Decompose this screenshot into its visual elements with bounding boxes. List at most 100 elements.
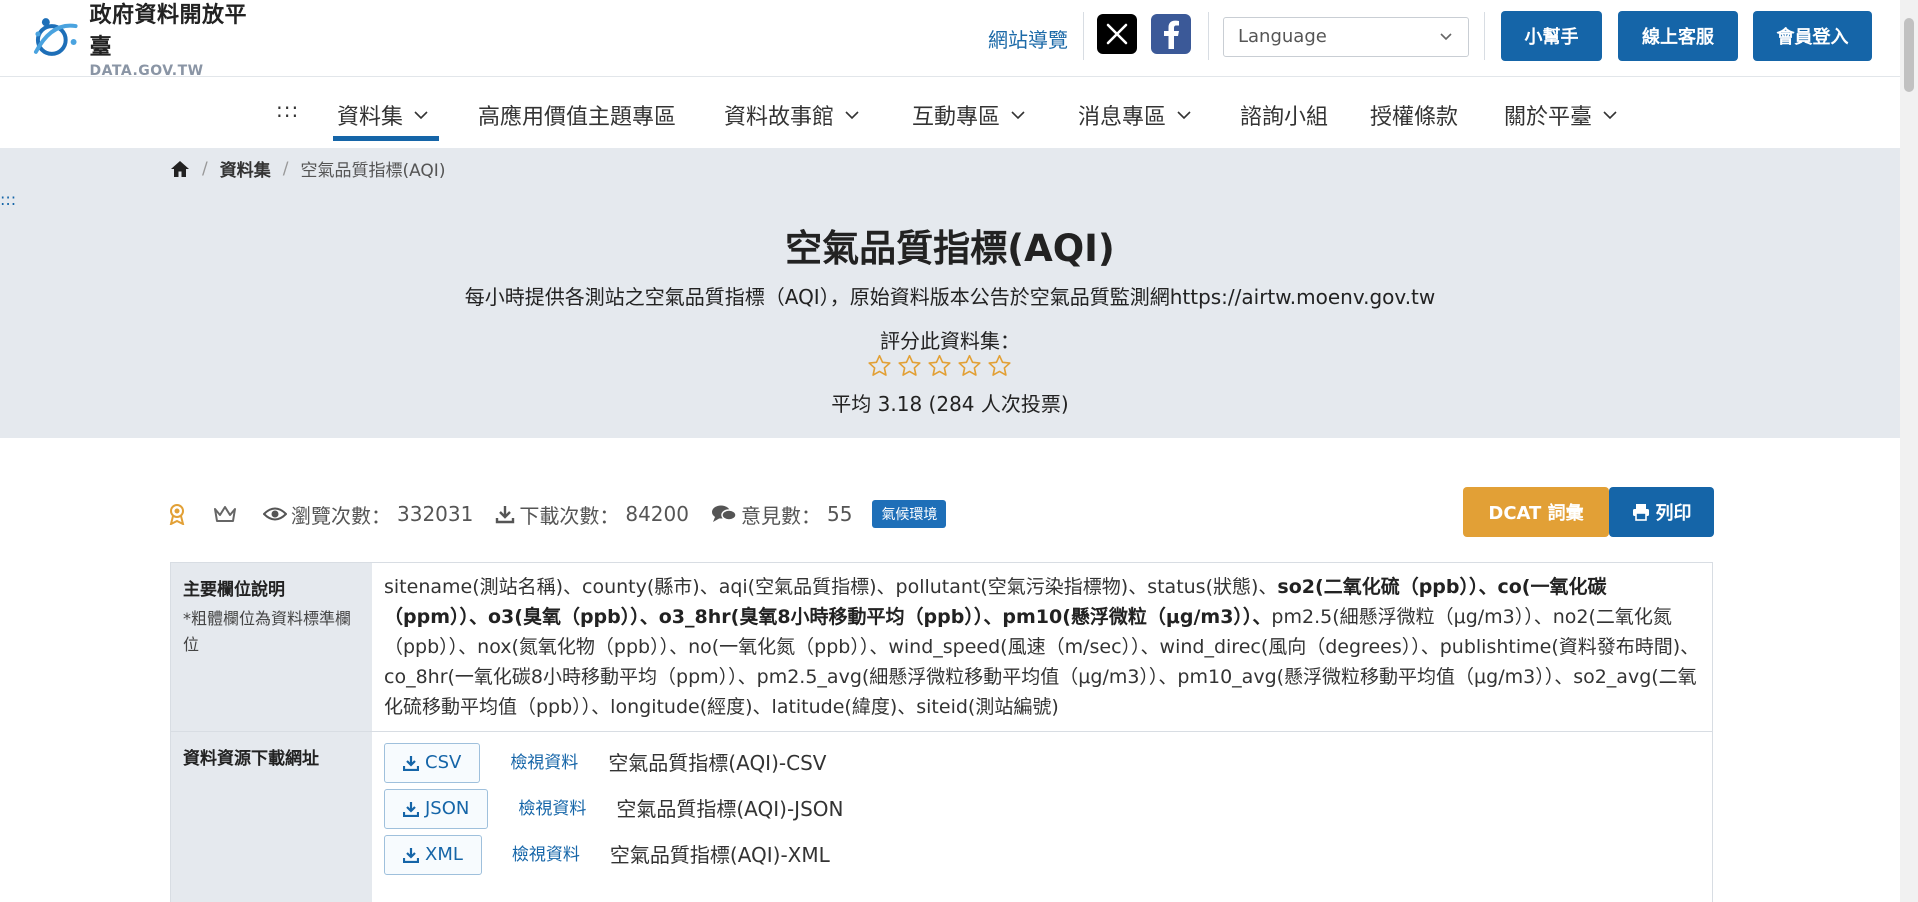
- star-icon[interactable]: [896, 353, 923, 379]
- view-data-link[interactable]: 檢視資料: [510, 748, 578, 778]
- breadcrumb-current: 空氣品質指標(AQI): [300, 161, 446, 181]
- download-icon: [403, 756, 419, 771]
- nav-item-license[interactable]: 授權條款: [1370, 99, 1458, 131]
- star-icon[interactable]: [866, 353, 893, 379]
- site-guide-link[interactable]: 網站導覽: [988, 24, 1068, 53]
- star-icon[interactable]: [926, 353, 953, 379]
- nav-item-advisory[interactable]: 諮詢小組: [1240, 99, 1328, 131]
- award-icon: [167, 503, 187, 525]
- helper-button[interactable]: 小幫手: [1501, 11, 1602, 61]
- divider: [1208, 12, 1209, 60]
- online-service-button[interactable]: 線上客服: [1618, 11, 1738, 61]
- table-row-resources: 資料資源下載網址 CSV 檢視資料 空氣品質指標(AQI)-CSV JSON 檢…: [171, 732, 1712, 902]
- rating-stars: [866, 353, 1013, 379]
- breadcrumb-datasets[interactable]: 資料集: [220, 156, 271, 181]
- logo-title: 政府資料開放平臺: [89, 3, 248, 60]
- breadcrumb-separator: /: [202, 158, 208, 179]
- nav-item-news[interactable]: 消息專區: [1078, 99, 1192, 131]
- resource-item: JSON 檢視資料 空氣品質指標(AQI)-JSON: [384, 786, 1700, 832]
- nav-item-label: 關於平臺: [1504, 105, 1593, 130]
- nav-item-label: 授權條款: [1370, 105, 1459, 130]
- format-label: XML: [425, 844, 463, 865]
- view-data-link[interactable]: 檢視資料: [512, 840, 580, 870]
- comments-count: 55: [826, 502, 853, 526]
- chevron-down-icon: [845, 111, 859, 120]
- page-title: 空氣品質指標(AQI): [785, 227, 1115, 270]
- rating-average: 平均 3.18 (284 人次投票): [831, 392, 1069, 416]
- fields-note: *粗體欄位為資料標準欄位: [183, 609, 352, 654]
- site-header: 政府資料開放平臺 DATA.GOV.TW 網站導覽 Language 小幫手 線…: [0, 0, 1900, 79]
- downloads-label: 下載次數：: [519, 503, 620, 528]
- nav-item-stories[interactable]: 資料故事館: [724, 99, 860, 131]
- chevron-down-icon: [1177, 111, 1191, 120]
- chevron-down-icon: [1011, 111, 1025, 120]
- comments-icon: [711, 504, 737, 524]
- view-data-link[interactable]: 檢視資料: [518, 794, 586, 824]
- resource-item: CSV 檢視資料 空氣品質指標(AQI)-CSV: [384, 740, 1700, 786]
- nav-item-label: 消息專區: [1078, 105, 1167, 130]
- nav-item-high-value[interactable]: 高應用價值主題專區: [478, 99, 676, 131]
- x-icon[interactable]: [1097, 14, 1137, 54]
- format-label: CSV: [425, 752, 462, 773]
- download-xml-button[interactable]: XML: [384, 835, 482, 875]
- content-accesskey-dots[interactable]: :::: [0, 190, 16, 209]
- downloads-count: 84200: [625, 502, 689, 526]
- nav-item-about[interactable]: 關於平臺: [1504, 99, 1618, 131]
- nav-item-label: 高應用價值主題專區: [478, 105, 677, 130]
- resources-header: 資料資源下載網址: [183, 749, 319, 769]
- resource-name: 空氣品質指標(AQI)-JSON: [616, 797, 844, 821]
- dataset-info-table: 主要欄位說明 *粗體欄位為資料標準欄位 sitename(測站名稱)、count…: [170, 562, 1713, 902]
- nav-active-indicator: [333, 136, 439, 141]
- rating-label: 評分此資料集：: [880, 329, 1020, 353]
- divider: [1484, 12, 1485, 60]
- main-nav: 資料集 高應用價值主題專區 資料故事館 互動專區 消息專區 諮詢小組 授權條款 …: [0, 77, 1900, 147]
- comments-label: 意見數：: [740, 503, 821, 528]
- breadcrumb: / 資料集 / 空氣品質指標(AQI): [170, 156, 445, 181]
- chevron-down-icon: [414, 111, 428, 120]
- crown-icon: [213, 504, 237, 524]
- print-icon: [1632, 504, 1649, 521]
- resources-list: CSV 檢視資料 空氣品質指標(AQI)-CSV JSON 檢視資料 空氣品質指…: [372, 732, 1712, 902]
- download-csv-button[interactable]: CSV: [384, 743, 481, 783]
- chevron-down-icon: [1440, 33, 1452, 41]
- print-label: 列印: [1655, 503, 1692, 524]
- resource-name: 空氣品質指標(AQI)-XML: [609, 843, 830, 867]
- nav-item-interactive[interactable]: 互動專區: [912, 99, 1026, 131]
- eye-icon: [263, 505, 287, 523]
- print-button[interactable]: 列印: [1609, 487, 1714, 537]
- star-icon[interactable]: [956, 353, 983, 379]
- views-count: 332031: [397, 502, 474, 526]
- download-json-button[interactable]: JSON: [384, 789, 489, 829]
- dataset-hero: / 資料集 / 空氣品質指標(AQI) ::: 空氣品質指標(AQI) 每小時提…: [0, 148, 1900, 438]
- facebook-icon[interactable]: [1151, 14, 1191, 54]
- breadcrumb-separator: /: [282, 158, 289, 179]
- fields-header-cell: 主要欄位說明 *粗體欄位為資料標準欄位: [171, 563, 372, 731]
- chevron-down-icon: [1603, 111, 1617, 120]
- resource-item: XML 檢視資料 空氣品質指標(AQI)-XML: [384, 832, 1700, 878]
- home-icon[interactable]: [170, 159, 190, 179]
- dataset-stats: 瀏覽次數： 332031 下載次數： 84200 意見數： 55 氣候環境: [167, 499, 947, 529]
- nav-item-label: 資料故事館: [724, 105, 835, 130]
- scrollbar-thumb[interactable]: [1904, 18, 1914, 92]
- nav-item-label: 互動專區: [912, 105, 1001, 130]
- dcat-vocab-button[interactable]: DCAT 詞彙: [1463, 487, 1609, 537]
- language-select[interactable]: Language: [1223, 17, 1469, 57]
- category-tag[interactable]: 氣候環境: [872, 500, 947, 528]
- dataset-description: 每小時提供各測站之空氣品質指標（AQI），原始資料版本公告於空氣品質監測網htt…: [464, 285, 1436, 309]
- page-scrollbar[interactable]: [1900, 0, 1918, 902]
- logo-mark-icon: [33, 18, 78, 56]
- language-select-value: Language: [1238, 26, 1327, 47]
- nav-item-label: 諮詢小組: [1240, 105, 1329, 130]
- resource-name: 空氣品質指標(AQI)-CSV: [608, 751, 827, 775]
- table-row-fields: 主要欄位說明 *粗體欄位為資料標準欄位 sitename(測站名稱)、count…: [171, 563, 1712, 732]
- format-label: JSON: [425, 798, 470, 819]
- fields-header: 主要欄位說明: [183, 580, 285, 600]
- download-icon: [403, 848, 419, 863]
- divider: [1083, 12, 1084, 60]
- star-icon[interactable]: [986, 353, 1013, 379]
- member-login-button[interactable]: 會員登入: [1753, 11, 1872, 61]
- site-logo[interactable]: 政府資料開放平臺 DATA.GOV.TW: [28, 3, 268, 79]
- resources-header-cell: 資料資源下載網址: [171, 732, 372, 902]
- download-icon: [403, 802, 419, 817]
- nav-item-datasets[interactable]: 資料集: [337, 99, 429, 131]
